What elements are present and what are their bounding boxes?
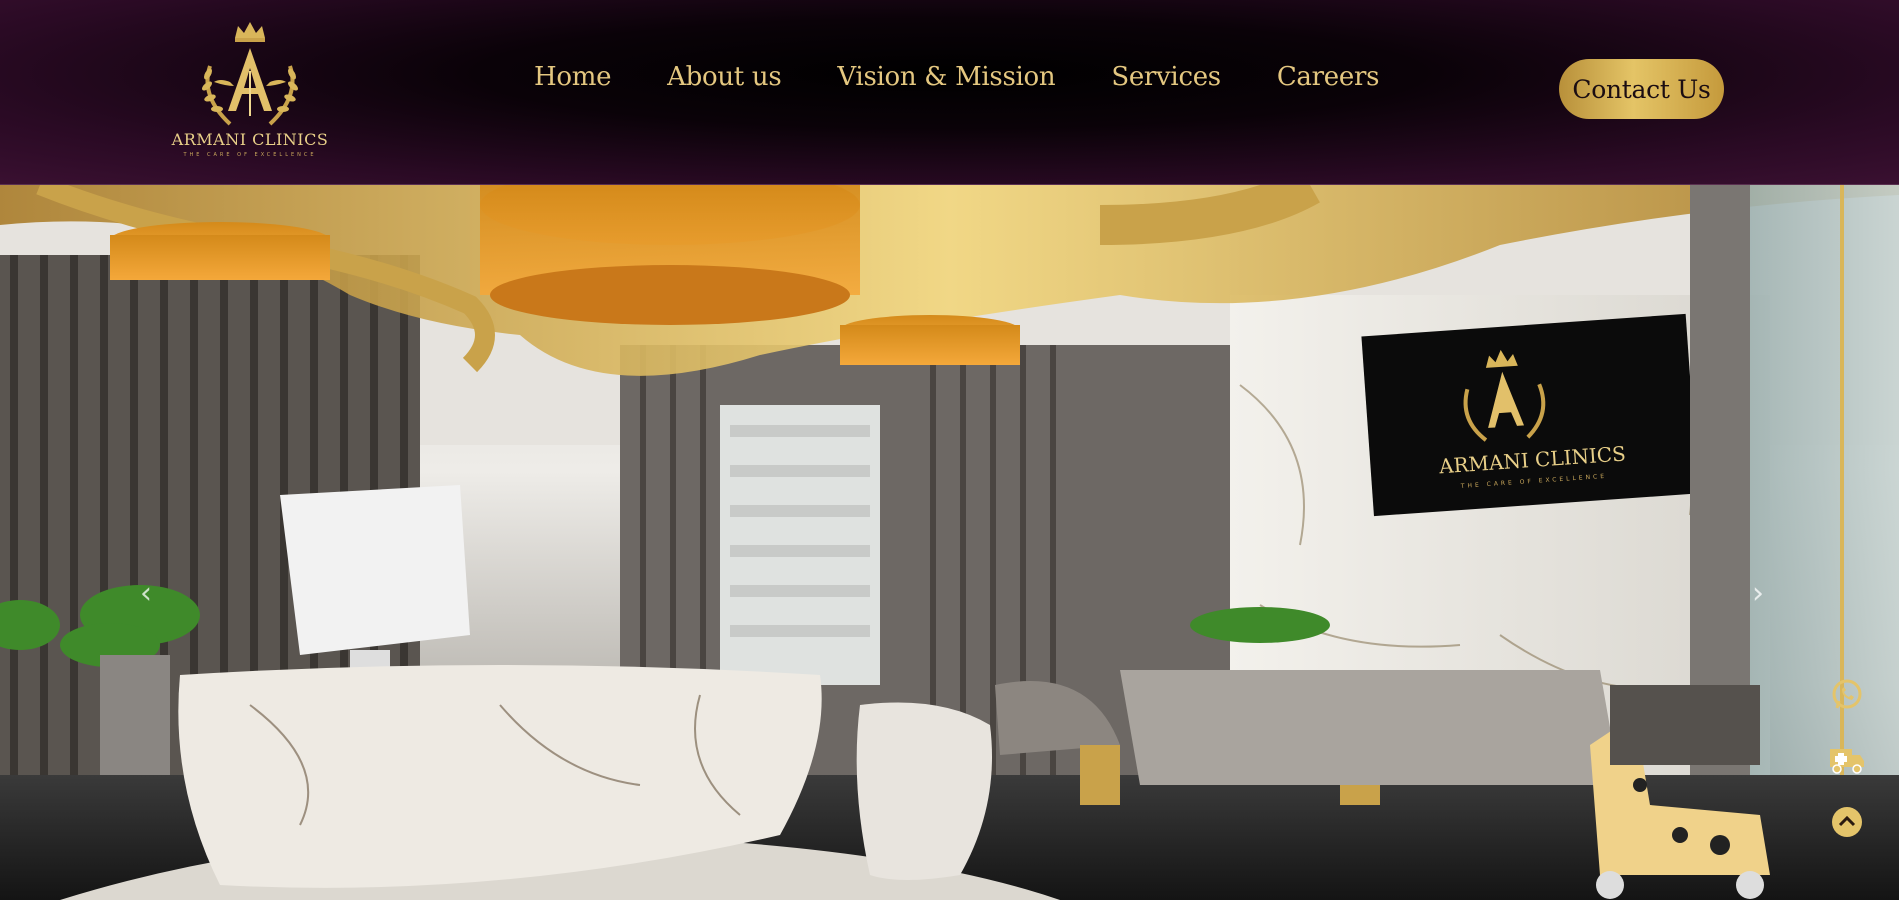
contact-us-button[interactable]: Contact Us bbox=[1559, 59, 1724, 119]
brand-tagline: THE CARE OF EXCELLENCE bbox=[183, 152, 317, 158]
brand-name: ARMANI CLINICS bbox=[171, 130, 329, 149]
lobby-image: ARMANI CLINICS THE CARE OF EXCELLENCE bbox=[0, 185, 1899, 900]
nav-home[interactable]: Home bbox=[534, 62, 611, 92]
hero-banner: ARMANI CLINICS THE CARE OF EXCELLENCE ‹ … bbox=[0, 185, 1899, 900]
scroll-top-button[interactable] bbox=[1827, 802, 1867, 842]
nav-services[interactable]: Services bbox=[1111, 62, 1221, 92]
brand-logo[interactable]: ARMANI CLINICS THE CARE OF EXCELLENCE bbox=[170, 16, 330, 166]
carousel-prev-button[interactable]: ‹ bbox=[128, 575, 164, 611]
scroll-top-icon bbox=[1832, 807, 1862, 837]
main-nav: Home About us Vision & Mission Services … bbox=[534, 62, 1379, 92]
carousel-next-button[interactable]: › bbox=[1740, 575, 1776, 611]
ambulance-button[interactable] bbox=[1827, 740, 1867, 780]
crest-icon bbox=[202, 22, 298, 126]
whatsapp-icon bbox=[1832, 679, 1862, 709]
whatsapp-button[interactable] bbox=[1827, 675, 1867, 715]
ambulance-icon bbox=[1830, 749, 1864, 774]
nav-vision-mission[interactable]: Vision & Mission bbox=[837, 62, 1055, 92]
site-header: ARMANI CLINICS THE CARE OF EXCELLENCE Ho… bbox=[0, 0, 1899, 185]
nav-careers[interactable]: Careers bbox=[1277, 62, 1380, 92]
nav-about-us[interactable]: About us bbox=[667, 62, 782, 92]
